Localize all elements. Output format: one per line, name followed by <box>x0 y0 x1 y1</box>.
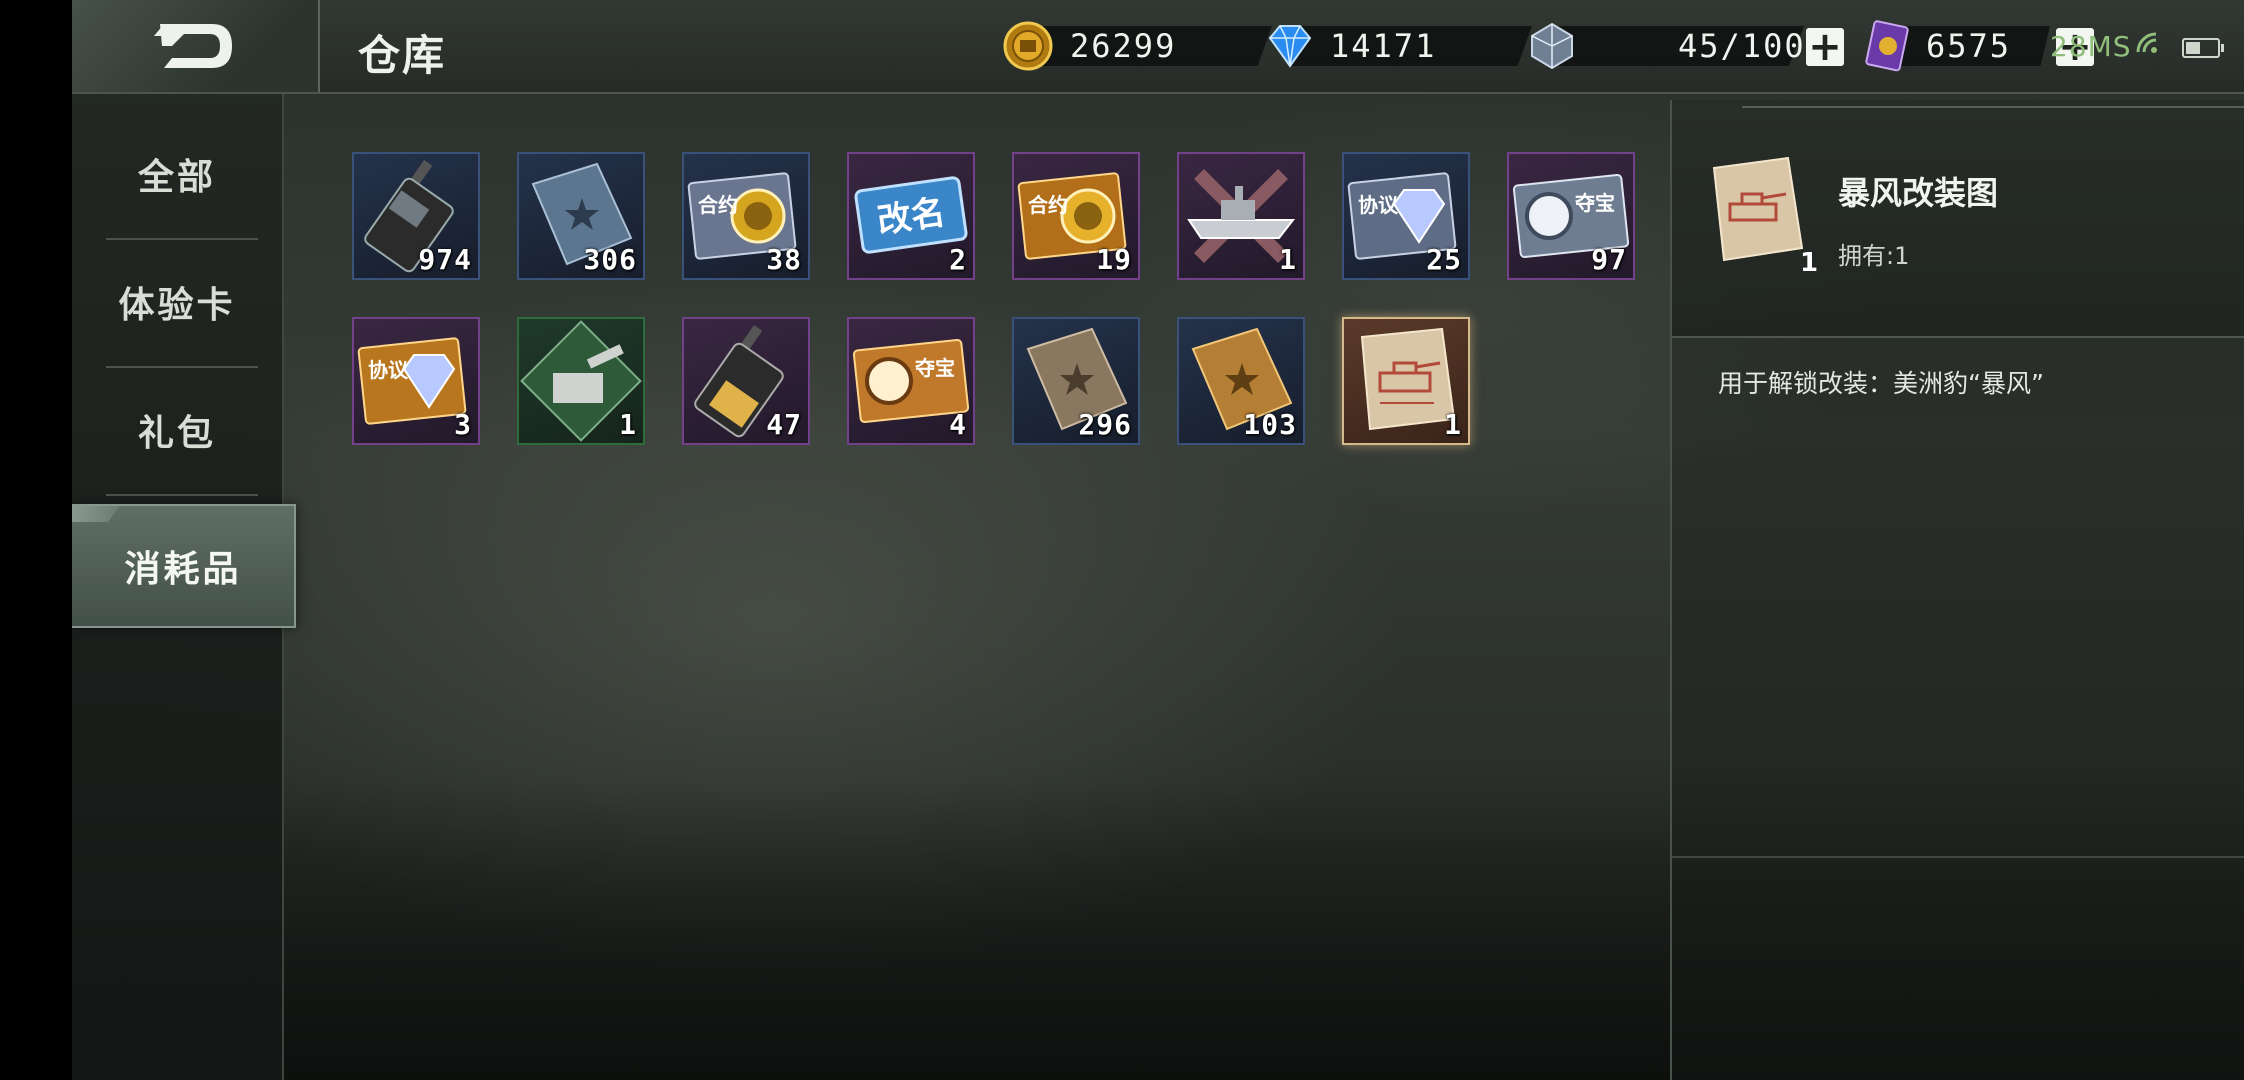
gold-amount: 26299 <box>1070 27 1177 65</box>
svg-text:夺宝: 夺宝 <box>914 356 955 380</box>
add-stamina-button[interactable]: + <box>1806 27 1844 67</box>
item-detail-panel: 1 暴风改装图 拥有:1 用于解锁改装：美洲豹“暴风” <box>1670 100 2244 1080</box>
warehouse-screen: 仓库 26299 14171 45/100 + 6575 + 28MS 全部 体… <box>72 0 2244 1080</box>
back-arrow-icon <box>154 24 232 68</box>
item-slot[interactable]: 协议 3 <box>352 317 480 445</box>
diamond-amount: 14171 <box>1330 27 1437 65</box>
detail-item-count: 1 <box>1800 248 1819 278</box>
item-slot[interactable]: 夺宝 4 <box>847 317 975 445</box>
gold-coin-icon <box>1003 21 1053 71</box>
top-bar: 仓库 26299 14171 45/100 + 6575 + 28MS <box>72 0 2244 94</box>
item-slot[interactable]: 47 <box>682 317 810 445</box>
detail-header: 1 暴风改装图 拥有:1 <box>1672 100 2244 338</box>
item-count: 974 <box>418 243 472 276</box>
page-title: 仓库 <box>358 31 447 80</box>
item-slot[interactable]: 合约 38 <box>682 152 810 280</box>
item-count: 1 <box>1444 408 1462 441</box>
item-slot[interactable]: 103 <box>1177 317 1305 445</box>
item-slot[interactable]: 306 <box>517 152 645 280</box>
panel-top-line <box>1742 106 2244 108</box>
item-slot[interactable]: 改名 2 <box>847 152 975 280</box>
tab-divider <box>106 494 258 496</box>
item-count: 38 <box>766 243 802 276</box>
item-count: 103 <box>1243 408 1297 441</box>
tank-mod-blueprint-icon <box>1712 156 1804 262</box>
panel-divider <box>1672 856 2244 858</box>
svg-text:合约: 合约 <box>1028 193 1068 217</box>
purple-ticket-icon <box>1865 20 1909 72</box>
back-button[interactable] <box>72 0 320 92</box>
svg-text:协议: 协议 <box>1358 193 1399 217</box>
item-slot-selected[interactable]: 1 <box>1342 317 1470 445</box>
detail-description: 用于解锁改装：美洲豹“暴风” <box>1718 369 2044 398</box>
tab-consumables[interactable]: 消耗品 <box>72 504 296 628</box>
item-slot[interactable]: 296 <box>1012 317 1140 445</box>
item-count: 1 <box>1279 243 1297 276</box>
ping-indicator: 28MS <box>2050 30 2132 63</box>
tab-all[interactable]: 全部 <box>72 114 282 234</box>
svg-text:夺宝: 夺宝 <box>1574 191 1615 215</box>
item-count: 4 <box>949 408 967 441</box>
detail-owned: 拥有:1 <box>1838 242 1910 270</box>
item-slot[interactable]: 974 <box>352 152 480 280</box>
tab-divider <box>106 238 258 240</box>
item-count: 19 <box>1096 243 1132 276</box>
category-sidebar: 全部 体验卡 礼包 消耗品 <box>72 94 296 1080</box>
item-count: 296 <box>1078 408 1132 441</box>
tab-trial-cards[interactable]: 体验卡 <box>72 242 282 362</box>
item-count: 47 <box>766 408 802 441</box>
svg-text:合约: 合约 <box>698 193 738 217</box>
item-slot[interactable]: 1 <box>517 317 645 445</box>
tab-gift-packs[interactable]: 礼包 <box>72 370 282 490</box>
ticket-amount: 6575 <box>1926 27 2012 65</box>
ticket-resource: 6575 <box>1862 20 2082 72</box>
item-slot[interactable]: 夺宝 97 <box>1507 152 1635 280</box>
battery-icon <box>2182 38 2224 58</box>
wifi-icon <box>2136 32 2157 53</box>
steel-crystal-icon <box>1531 22 1573 70</box>
gold-resource: 26299 <box>1002 21 1302 71</box>
diamond-icon <box>1268 25 1312 68</box>
detail-item-name: 暴风改装图 <box>1838 174 1999 212</box>
tab-divider <box>106 366 258 368</box>
item-count: 1 <box>619 408 637 441</box>
item-slot[interactable]: 1 <box>1177 152 1305 280</box>
stamina-resource: 45/100 <box>1524 22 1834 70</box>
stamina-amount: 45/100 <box>1678 27 1806 65</box>
item-slot[interactable]: 合约 19 <box>1012 152 1140 280</box>
item-count: 3 <box>454 408 472 441</box>
item-count: 97 <box>1591 243 1627 276</box>
item-count: 2 <box>949 243 967 276</box>
item-count: 306 <box>583 243 637 276</box>
item-count: 25 <box>1426 243 1462 276</box>
diamond-resource: 14171 <box>1262 24 1562 68</box>
item-slot[interactable]: 协议 25 <box>1342 152 1470 280</box>
svg-text:协议: 协议 <box>368 358 409 382</box>
